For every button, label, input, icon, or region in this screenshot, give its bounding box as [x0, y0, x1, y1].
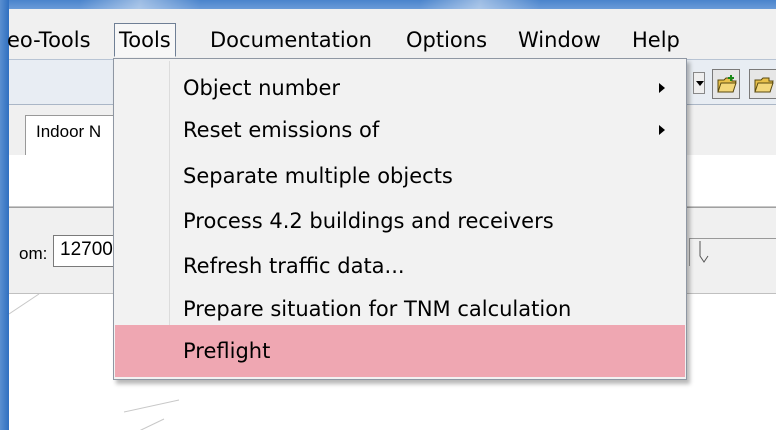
menu-item-object-number[interactable]: Object number — [115, 69, 685, 107]
menu-item-prepare-tnm[interactable]: Prepare situation for TNM calculation — [115, 290, 685, 328]
window-title-bar — [0, 0, 776, 9]
menu-item-label: Separate multiple objects — [183, 164, 453, 188]
open-folder-button-2[interactable] — [749, 69, 776, 99]
menu-geo-tools[interactable]: eo-Tools — [3, 23, 95, 57]
menu-item-separate-objects[interactable]: Separate multiple objects — [115, 157, 685, 195]
menu-item-process-buildings[interactable]: Process 4.2 buildings and receivers — [115, 202, 685, 240]
menu-bar: eo-Tools Tools Documentation Options Win… — [7, 9, 776, 59]
submenu-arrow-icon — [659, 125, 665, 135]
menu-item-reset-emissions[interactable]: Reset emissions of — [115, 111, 685, 149]
open-folder-button[interactable] — [712, 69, 740, 99]
menu-item-label: Object number — [183, 76, 341, 100]
menu-item-label: Reset emissions of — [183, 118, 380, 142]
folder-plus-icon — [717, 75, 737, 93]
folder-icon — [754, 77, 774, 93]
menu-options[interactable]: Options — [402, 23, 491, 57]
menu-item-label: Preflight — [183, 339, 271, 363]
menu-item-label: Refresh traffic data... — [183, 254, 405, 278]
window-frame-left — [0, 0, 9, 430]
menu-help[interactable]: Help — [628, 23, 684, 57]
menu-item-label: Prepare situation for TNM calculation — [183, 297, 572, 321]
menu-item-label: Process 4.2 buildings and receivers — [183, 209, 554, 233]
slider-thumb-icon[interactable] — [699, 240, 709, 264]
menu-tools[interactable]: Tools — [114, 23, 176, 57]
tools-dropdown-menu: Object number Reset emissions of Separat… — [113, 58, 687, 380]
menu-item-preflight[interactable]: Preflight — [115, 325, 685, 377]
toolbar-dropdown-arrow[interactable] — [693, 72, 705, 94]
title-bar-gloss — [420, 0, 620, 9]
menu-documentation[interactable]: Documentation — [206, 23, 376, 57]
menu-window[interactable]: Window — [514, 23, 605, 57]
zoom-label: om: — [19, 244, 48, 263]
title-bar-gloss — [80, 0, 280, 9]
menu-item-refresh-traffic[interactable]: Refresh traffic data... — [115, 247, 685, 285]
submenu-arrow-icon — [659, 83, 665, 93]
